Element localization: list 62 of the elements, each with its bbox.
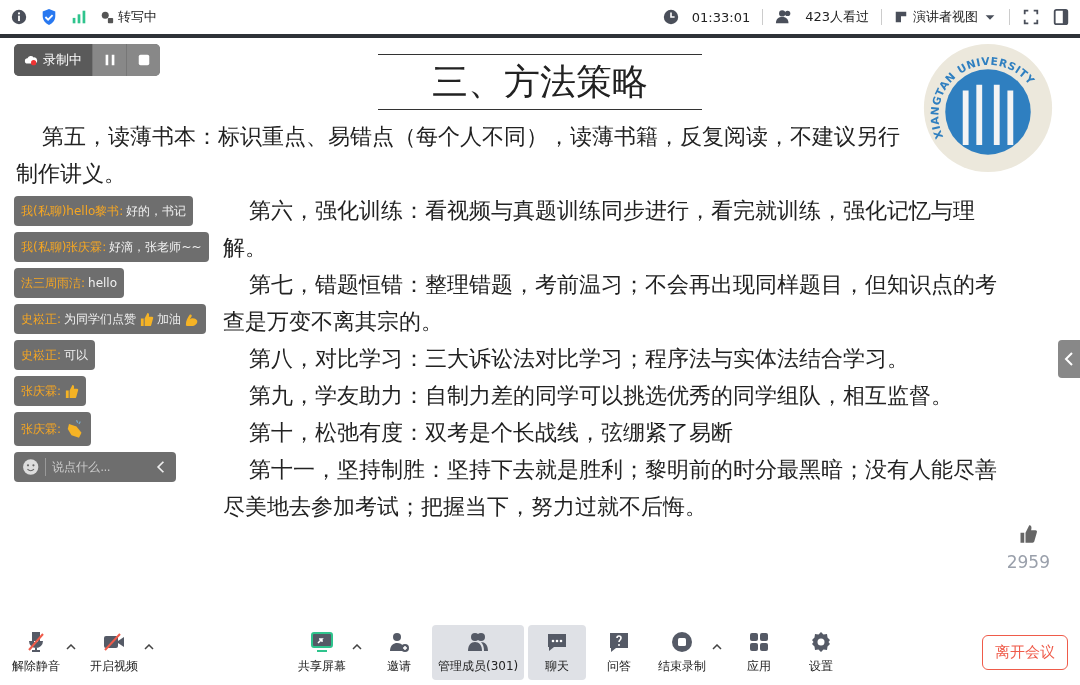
pause-button[interactable] xyxy=(92,44,126,76)
view-mode-dropdown[interactable]: 演讲者视图 xyxy=(894,8,997,26)
message-text: 加油 xyxy=(157,311,182,327)
thumbs-up-icon xyxy=(64,383,80,399)
toolbar-button[interactable]: 应用 xyxy=(730,625,789,680)
toolbar-button[interactable]: 解除静音 xyxy=(6,625,66,680)
recording-label: 录制中 xyxy=(43,51,82,69)
slide-paragraph: 第八，对比学习：三大诉讼法对比学习；程序法与实体法结合学习。 xyxy=(247,345,910,373)
stop-button[interactable] xyxy=(126,44,160,76)
cloud-record-icon xyxy=(24,53,38,67)
toolbar-button[interactable]: 共享屏幕 xyxy=(292,625,352,680)
transcribe-icon xyxy=(100,10,114,24)
sender-name: 张庆霖: xyxy=(21,421,62,437)
toolbar-button[interactable]: 邀请 xyxy=(370,625,428,680)
caret-icon[interactable] xyxy=(66,644,76,650)
like-count: 2959 xyxy=(1006,552,1050,572)
slide-paragraph: 第五，读薄书本：标识重点、易错点（每个人不同），读薄书籍，反复阅读，不建议另行制作讲义。 xyxy=(16,123,901,188)
clock-icon xyxy=(661,8,680,26)
info-icon[interactable] xyxy=(10,8,28,26)
expand-panel-button[interactable] xyxy=(1058,340,1080,378)
caret-icon[interactable] xyxy=(144,644,154,650)
slide-title: 三、方法策略 xyxy=(378,54,702,110)
smiley-icon[interactable] xyxy=(22,458,40,476)
flexed-arm-icon xyxy=(184,311,200,327)
people-icon xyxy=(466,630,491,654)
sender-name: 我(私聊)张庆霖: xyxy=(21,239,107,255)
sidebar-icon[interactable] xyxy=(1052,8,1070,26)
toolbar-button[interactable]: 开启视频 xyxy=(84,625,144,680)
slide-paragraph: 第十，松弛有度：双考是个长战线，弦绷紧了易断 xyxy=(247,419,734,447)
message-text: 好的，书记 xyxy=(126,203,187,219)
toolbar-button[interactable]: 结束录制 xyxy=(652,625,713,680)
chevron-left-icon xyxy=(1064,351,1074,367)
toolbar-button[interactable]: 聊天 xyxy=(528,625,587,680)
sender-name: 我(私聊)hello黎书: xyxy=(21,203,124,219)
caret-icon[interactable] xyxy=(712,644,723,650)
shield-icon[interactable] xyxy=(40,8,58,26)
stop-icon xyxy=(136,53,151,67)
slide-paragraph: 第七，错题恒错：整理错题，考前温习；不会再出现同样题目，但知识点的考查是万变不离其宗的。 xyxy=(222,271,998,336)
chat-input-box[interactable]: 说点什么... xyxy=(14,452,176,482)
thumbs-up-icon[interactable] xyxy=(1018,524,1039,544)
caret-icon[interactable] xyxy=(352,644,362,650)
slide-paragraph: 第十一，坚持制胜：坚持下去就是胜利；黎明前的时分最黑暗；没有人能尽善尽美地去参加考试；把握当下，努力过就不后悔。 xyxy=(222,456,998,521)
transcribing-status: 转写中 xyxy=(118,8,157,26)
message-text: 为同学们点赞 xyxy=(64,311,137,327)
message-text: 可以 xyxy=(64,347,89,363)
sender-name: 法三周雨洁: xyxy=(21,275,86,291)
slide-paragraph: 第六，强化训练：看视频与真题训练同步进行，看完就训练，强化记忆与理解。 xyxy=(222,197,976,262)
meeting-timer: 01:33:01 xyxy=(691,9,751,25)
toolbar-button[interactable]: 管理成员(301) xyxy=(432,625,525,680)
viewer-count: 423人看过 xyxy=(805,8,869,26)
slide-paragraph: 第九，学友助力：自制力差的同学可以挑选优秀的同学组队，相互监督。 xyxy=(247,382,954,410)
chat-input-field[interactable]: 说点什么... xyxy=(45,458,149,476)
fullscreen-icon[interactable] xyxy=(1022,8,1040,26)
sender-name: 史崧正: xyxy=(21,347,62,363)
sender-name: 张庆霖: xyxy=(21,383,62,399)
toolbar-button[interactable]: 设置 xyxy=(792,625,851,680)
thumbs-up-icon xyxy=(139,311,155,327)
message-text: hello xyxy=(88,275,118,291)
layout-icon xyxy=(894,10,908,24)
sender-name: 史崧正: xyxy=(21,311,62,327)
message-text: 好滴，张老师~~ xyxy=(109,239,202,255)
toolbar-button[interactable]: 问答 xyxy=(590,625,649,680)
